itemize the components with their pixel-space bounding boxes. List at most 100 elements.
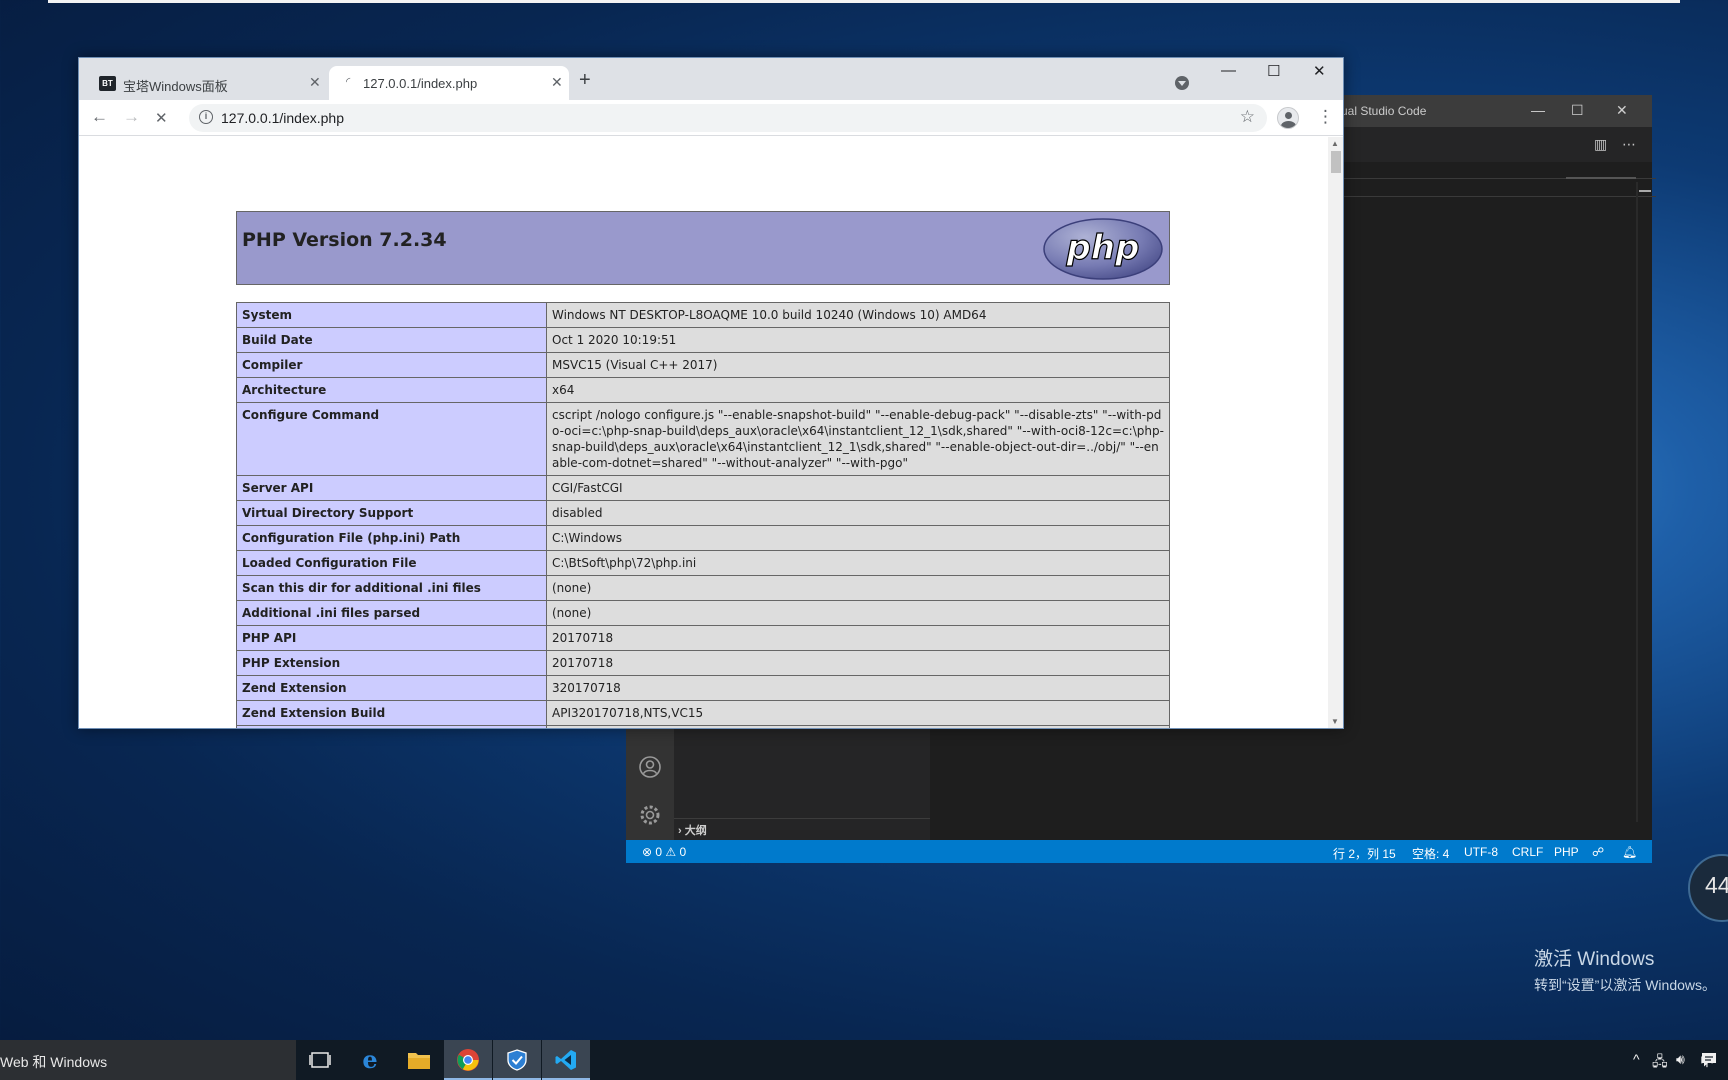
php-version-header: PHP Version 7.2.34 php xyxy=(236,211,1170,285)
scroll-up-arrow-icon[interactable]: ▲ xyxy=(1331,139,1339,148)
php-info-table: System Windows NT DESKTOP-L8OAQME 10.0 bu… xyxy=(236,302,1170,728)
tab-index-php[interactable]: ◜ 127.0.0.1/index.php ✕ xyxy=(329,66,569,100)
php-info-value: (none) xyxy=(546,600,1170,626)
php-info-row: Server API CGI/FastCGI xyxy=(236,475,1170,501)
php-info-key: PHP API xyxy=(236,625,547,651)
new-tab-button[interactable]: + xyxy=(579,69,591,92)
forward-arrow-icon[interactable]: → xyxy=(123,107,140,127)
php-logo-text: php xyxy=(1066,228,1140,268)
status-encoding[interactable]: UTF-8 xyxy=(1464,845,1498,859)
status-eol[interactable]: CRLF xyxy=(1512,845,1543,859)
shield-icon xyxy=(507,1049,527,1071)
tab-strip: BT 宝塔Windows面板 ✕ ◜ 127.0.0.1/index.php ✕… xyxy=(79,58,1343,100)
php-info-key: Architecture xyxy=(236,377,547,403)
php-info-value: C:\Windows xyxy=(546,525,1170,551)
volume-icon[interactable]: 🔊︎ xyxy=(1676,1051,1685,1068)
task-view-button[interactable] xyxy=(296,1040,344,1080)
notifications-bell-icon[interactable]: 🔔︎ xyxy=(1622,845,1637,859)
php-info-value: API320170718,NTS,VC15 xyxy=(546,700,1170,726)
php-info-row: PHP Extension 20170718 xyxy=(236,650,1170,676)
php-info-value: API20170718,NTS,VC15 xyxy=(546,725,1170,728)
php-version-title: PHP Version 7.2.34 xyxy=(242,229,447,251)
tab-baota-panel[interactable]: BT 宝塔Windows面板 ✕ xyxy=(87,66,327,100)
sidebar-divider xyxy=(674,818,930,819)
feedback-icon[interactable]: ☍ xyxy=(1592,845,1604,859)
vscode-minimize-button[interactable]: — xyxy=(1531,102,1545,118)
address-input[interactable] xyxy=(221,108,1181,128)
taskbar-vscode[interactable] xyxy=(542,1040,590,1080)
tab-close-icon[interactable]: ✕ xyxy=(551,74,563,91)
split-editor-icon[interactable]: ▥ xyxy=(1594,136,1607,153)
taskbar-edge[interactable]: e xyxy=(346,1040,394,1080)
php-info-value: CGI/FastCGI xyxy=(546,475,1170,501)
php-info-key: Configure Command xyxy=(236,402,547,476)
maximize-button[interactable]: ☐ xyxy=(1267,62,1280,80)
taskbar-chrome[interactable] xyxy=(444,1040,492,1080)
php-info-row: Configure Command cscript /nologo configu… xyxy=(236,402,1170,476)
profile-avatar-icon[interactable] xyxy=(1277,107,1299,129)
scrollbar-thumb[interactable] xyxy=(1331,151,1341,173)
php-info-row: Build Date Oct 1 2020 10:19:51 xyxy=(236,327,1170,353)
taskbar-file-explorer[interactable] xyxy=(395,1040,443,1080)
edge-icon: e xyxy=(362,1048,377,1072)
php-info-value: Oct 1 2020 10:19:51 xyxy=(546,327,1170,353)
php-info-value: disabled xyxy=(546,500,1170,526)
taskbar-search-box[interactable]: Web 和 Windows xyxy=(0,1040,296,1080)
minimize-button[interactable]: — xyxy=(1221,62,1236,79)
php-info-value: 320170718 xyxy=(546,675,1170,701)
chrome-window[interactable]: BT 宝塔Windows面板 ✕ ◜ 127.0.0.1/index.php ✕… xyxy=(78,57,1344,729)
php-info-key: Server API xyxy=(236,475,547,501)
top-edge-bar xyxy=(48,0,1680,3)
more-actions-icon[interactable]: ⋯ xyxy=(1622,136,1636,153)
php-info-row: PHP API 20170718 xyxy=(236,625,1170,651)
tab-title: 宝塔Windows面板 xyxy=(123,79,228,94)
floating-badge[interactable]: 44 xyxy=(1688,854,1728,922)
stop-loading-icon[interactable]: ✕ xyxy=(155,109,168,127)
address-bar[interactable]: i ☆ xyxy=(189,104,1267,132)
settings-gear-icon[interactable] xyxy=(638,803,662,827)
php-info-key: Additional .ini files parsed xyxy=(236,600,547,626)
tab-title: 127.0.0.1/index.php xyxy=(363,76,478,91)
php-info-key: Scan this dir for additional .ini files xyxy=(236,575,547,601)
status-indentation[interactable]: 空格: 4 xyxy=(1412,845,1449,862)
action-center-icon[interactable] xyxy=(1700,1051,1718,1069)
page-viewport[interactable]: PHP Version 7.2.34 php System Windows NT … xyxy=(79,137,1328,728)
search-placeholder: Web 和 Windows xyxy=(0,1054,108,1070)
php-info-key: Build Date xyxy=(236,327,547,353)
outline-section-header[interactable]: › 大纲 xyxy=(678,822,707,838)
outline-label: 大纲 xyxy=(684,825,707,837)
chrome-icon xyxy=(457,1049,479,1071)
chrome-menu-icon[interactable]: ⋮ xyxy=(1317,107,1334,127)
show-hidden-icons-chevron-icon[interactable]: ^ xyxy=(1633,1051,1640,1067)
minimap-marker xyxy=(1639,190,1651,192)
vscode-close-button[interactable]: ✕ xyxy=(1616,102,1628,119)
taskbar-baota[interactable] xyxy=(493,1040,541,1080)
browser-toolbar: ← → ✕ i ☆ ⋮ xyxy=(79,100,1343,136)
php-info-row: Loaded Configuration File C:\BtSoft\php\7… xyxy=(236,550,1170,576)
network-icon[interactable]: 🖧︎ xyxy=(1652,1051,1668,1075)
status-problems[interactable]: ⊗ 0 ⚠ 0 xyxy=(642,845,686,859)
vscode-maximize-button[interactable]: ☐ xyxy=(1571,102,1584,119)
vscode-title: ual Studio Code xyxy=(1341,104,1427,118)
php-info-value: MSVC15 (Visual C++ 2017) xyxy=(546,352,1170,378)
editor-scrollbar[interactable] xyxy=(1636,182,1638,822)
status-language[interactable]: PHP xyxy=(1554,845,1579,859)
activate-windows-watermark: 激活 Windows 转到“设置”以激活 Windows。 xyxy=(1534,944,1716,995)
php-info-key: Zend Extension Build xyxy=(236,700,547,726)
tab-close-icon[interactable]: ✕ xyxy=(309,74,321,91)
site-info-icon[interactable]: i xyxy=(199,110,213,124)
page-scrollbar[interactable]: ▲ ▼ xyxy=(1328,137,1343,728)
php-info-value: (none) xyxy=(546,575,1170,601)
back-arrow-icon[interactable]: ← xyxy=(91,107,108,127)
chevron-right-icon: › xyxy=(678,825,682,837)
accounts-icon[interactable] xyxy=(638,755,662,779)
close-button[interactable]: ✕ xyxy=(1313,62,1326,80)
tab-search-dropdown-icon[interactable] xyxy=(1175,76,1189,90)
php-info-key: PHP Extension Build xyxy=(236,725,547,728)
loading-spinner-icon: ◜ xyxy=(346,76,351,88)
vscode-icon xyxy=(555,1050,576,1070)
scroll-down-arrow-icon[interactable]: ▼ xyxy=(1331,717,1339,726)
status-cursor-position[interactable]: 行 2，列 15 xyxy=(1333,845,1396,862)
php-info-row: Compiler MSVC15 (Visual C++ 2017) xyxy=(236,352,1170,378)
bookmark-star-icon[interactable]: ☆ xyxy=(1240,107,1255,127)
